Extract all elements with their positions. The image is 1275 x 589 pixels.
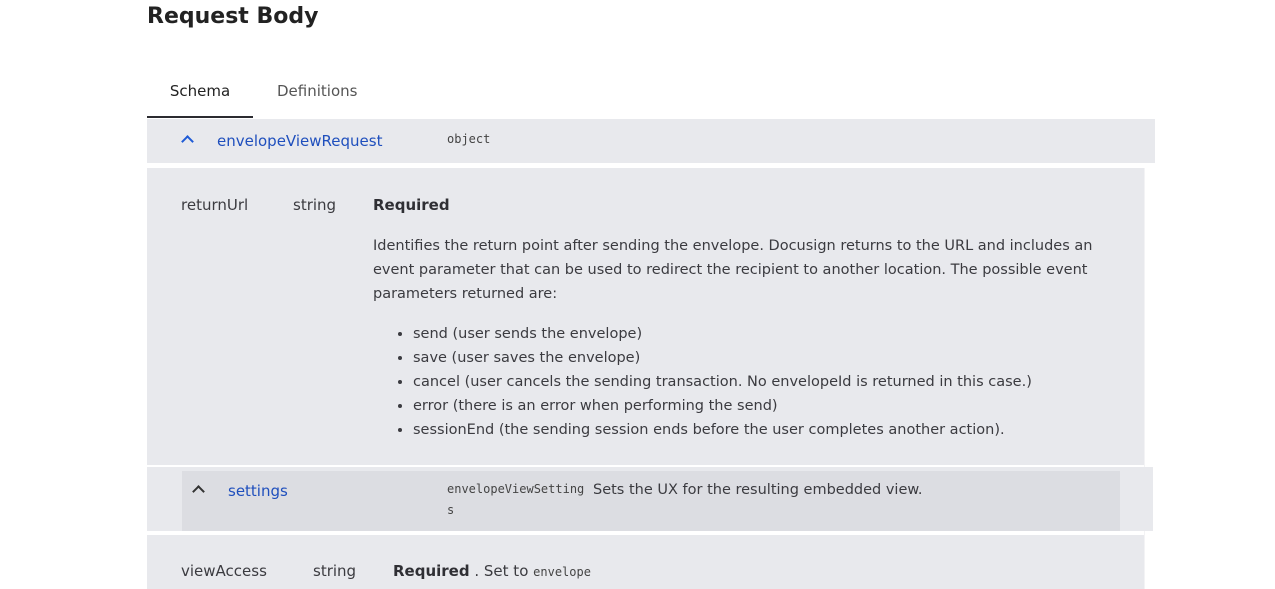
view-access-set-to: . Set to (474, 562, 529, 580)
settings-description: Sets the UX for the resulting embedded v… (593, 482, 923, 498)
list-item: sessionEnd (the sending session ends bef… (413, 418, 1032, 442)
page-title: Request Body (147, 4, 319, 29)
settings-type-line2: s (447, 503, 455, 517)
return-url-event-list: send (user sends the envelope) save (use… (373, 322, 1032, 442)
list-item: cancel (user cancels the sending transac… (413, 370, 1032, 394)
settings-type-line1: envelopeViewSetting (447, 482, 585, 496)
settings-header (182, 471, 1120, 531)
view-access-panel (147, 535, 1144, 589)
return-url-type: string (293, 196, 337, 214)
settings-link[interactable]: settings (228, 482, 288, 500)
root-type: object (447, 132, 491, 146)
tab-schema[interactable]: Schema (147, 82, 253, 118)
view-access-name: viewAccess (181, 562, 267, 580)
return-url-name: returnUrl (181, 196, 249, 214)
return-url-description: Identifies the return point after sendin… (373, 238, 1093, 302)
view-access-value: envelope (533, 565, 591, 579)
envelope-view-request-link[interactable]: envelopeViewRequest (217, 132, 382, 150)
tab-definitions[interactable]: Definitions (277, 82, 357, 100)
view-access-requirement: Required . Set to envelope (393, 562, 591, 580)
view-access-required: Required (393, 562, 470, 580)
list-item: send (user sends the envelope) (413, 322, 1032, 346)
list-item: save (user saves the envelope) (413, 346, 1032, 370)
view-access-type: string (313, 562, 357, 580)
list-item: error (there is an error when performing… (413, 394, 1032, 418)
return-url-required: Required (373, 196, 450, 214)
